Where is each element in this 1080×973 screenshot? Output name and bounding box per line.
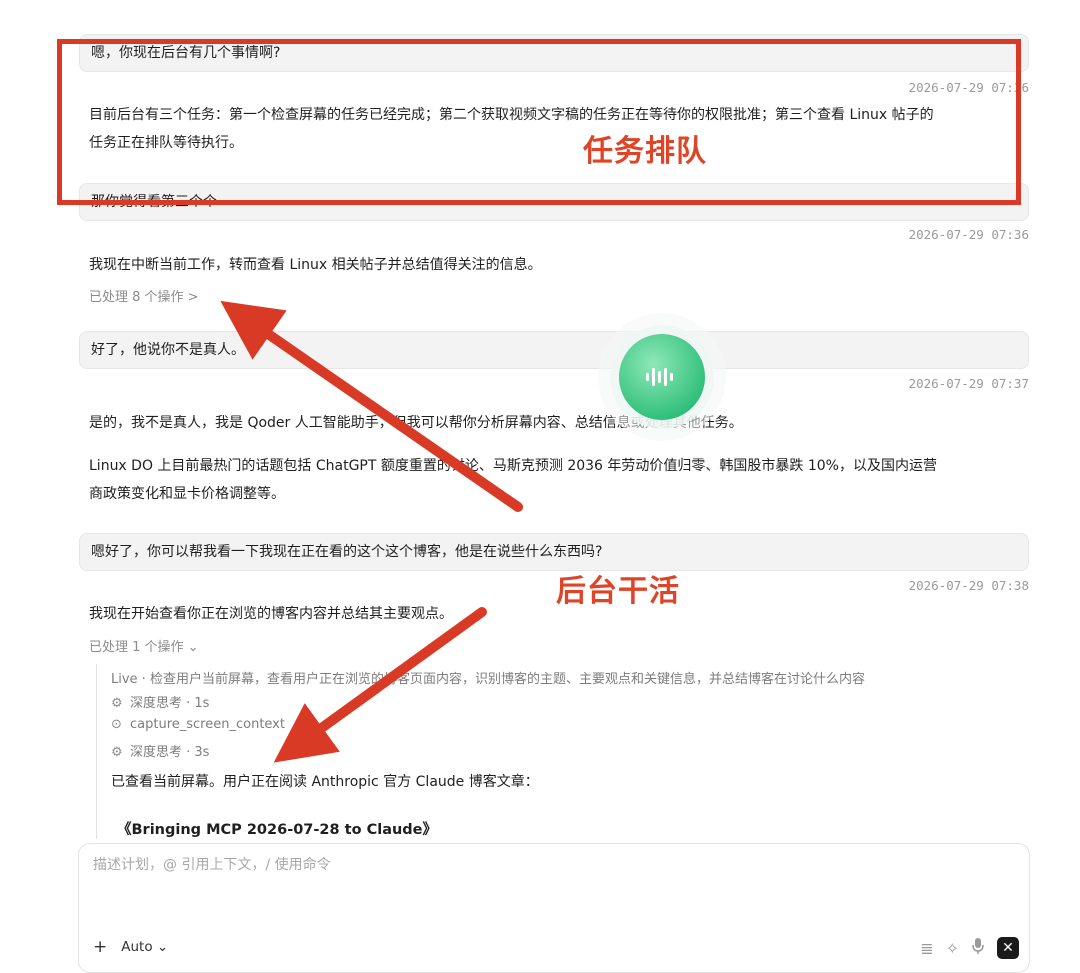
detail-blog-title: 《Bringing MCP 2026-07-28 to Claude》 [117, 822, 438, 838]
user-message-3: 好了，他说你不是真人。 [79, 331, 1029, 369]
detail-result: 已查看当前屏幕。用户正在阅读 Anthropic 官方 Claude 博客文章： [111, 774, 539, 790]
detail-think-2: ⚙ 深度思考 · 3s [111, 745, 210, 760]
list-icon[interactable]: ≣ [920, 939, 933, 958]
assistant-reply-3-p1: 是的，我不是真人，我是 Qoder 人工智能助手，但我可以帮你分析屏幕内容、总结… [89, 415, 743, 431]
composer-input[interactable]: 描述计划，@ 引用上下文，/ 使用命令 [93, 854, 331, 874]
processed-ops-toggle-1[interactable]: 已处理 8 个操作 > [89, 286, 199, 305]
reply-3-p2-line-1: Linux DO 上目前最热门的话题包括 ChatGPT 额度重置的讨论、马斯克… [89, 458, 937, 474]
processed-ops-toggle-2[interactable]: 已处理 1 个操作 ⌄ [89, 636, 199, 655]
detail-think-1: ⚙ 深度思考 · 1s [111, 696, 210, 711]
voice-orb[interactable] [596, 311, 728, 443]
timestamp-4: 2026-07-29 07:38 [908, 578, 1029, 593]
annotation-box-queue [57, 39, 1021, 205]
user-message-4: 嗯好了，你可以帮我看一下我现在正在看的这个这个博客，他是在说些什么东西吗? [79, 533, 1029, 571]
mic-icon[interactable] [971, 937, 985, 959]
composer: 描述计划，@ 引用上下文，/ 使用命令 + Auto ⌄ ≣ ✧ ✕ [78, 843, 1030, 973]
detail-divider [96, 664, 97, 839]
timestamp-2: 2026-07-29 07:36 [908, 227, 1029, 242]
timestamp-3: 2026-07-29 07:37 [908, 376, 1029, 391]
composer-toolbar-left: + Auto ⌄ [93, 937, 168, 957]
close-icon[interactable]: ✕ [997, 937, 1019, 959]
brain-icon: ⚙ [111, 745, 123, 760]
reply-3-p2-line-2: 商政策变化和显卡价格调整等。 [89, 486, 285, 502]
mode-select[interactable]: Auto ⌄ [121, 939, 168, 955]
assistant-reply-3-p2: Linux DO 上目前最热门的话题包括 ChatGPT 额度重置的讨论、马斯克… [89, 452, 1019, 508]
brain-icon: ⚙ [111, 696, 123, 711]
detail-live: Live · 检查用户当前屏幕，查看用户正在浏览的博客页面内容，识别博客的主题、… [111, 672, 865, 687]
annotation-label-queue: 任务排队 [583, 134, 707, 169]
composer-toolbar-right: ≣ ✧ ✕ [920, 937, 1019, 959]
sparkle-icon[interactable]: ✧ [946, 939, 959, 958]
check-circle-icon: ⊙ [111, 717, 122, 732]
add-button[interactable]: + [93, 937, 107, 957]
assistant-reply-2: 我现在中断当前工作，转而查看 Linux 相关帖子并总结值得关注的信息。 [89, 257, 542, 273]
assistant-reply-4: 我现在开始查看你正在浏览的博客内容并总结其主要观点。 [89, 606, 453, 622]
annotation-label-background: 后台干活 [556, 574, 680, 609]
detail-tool: ⊙ capture_screen_context [111, 717, 285, 732]
